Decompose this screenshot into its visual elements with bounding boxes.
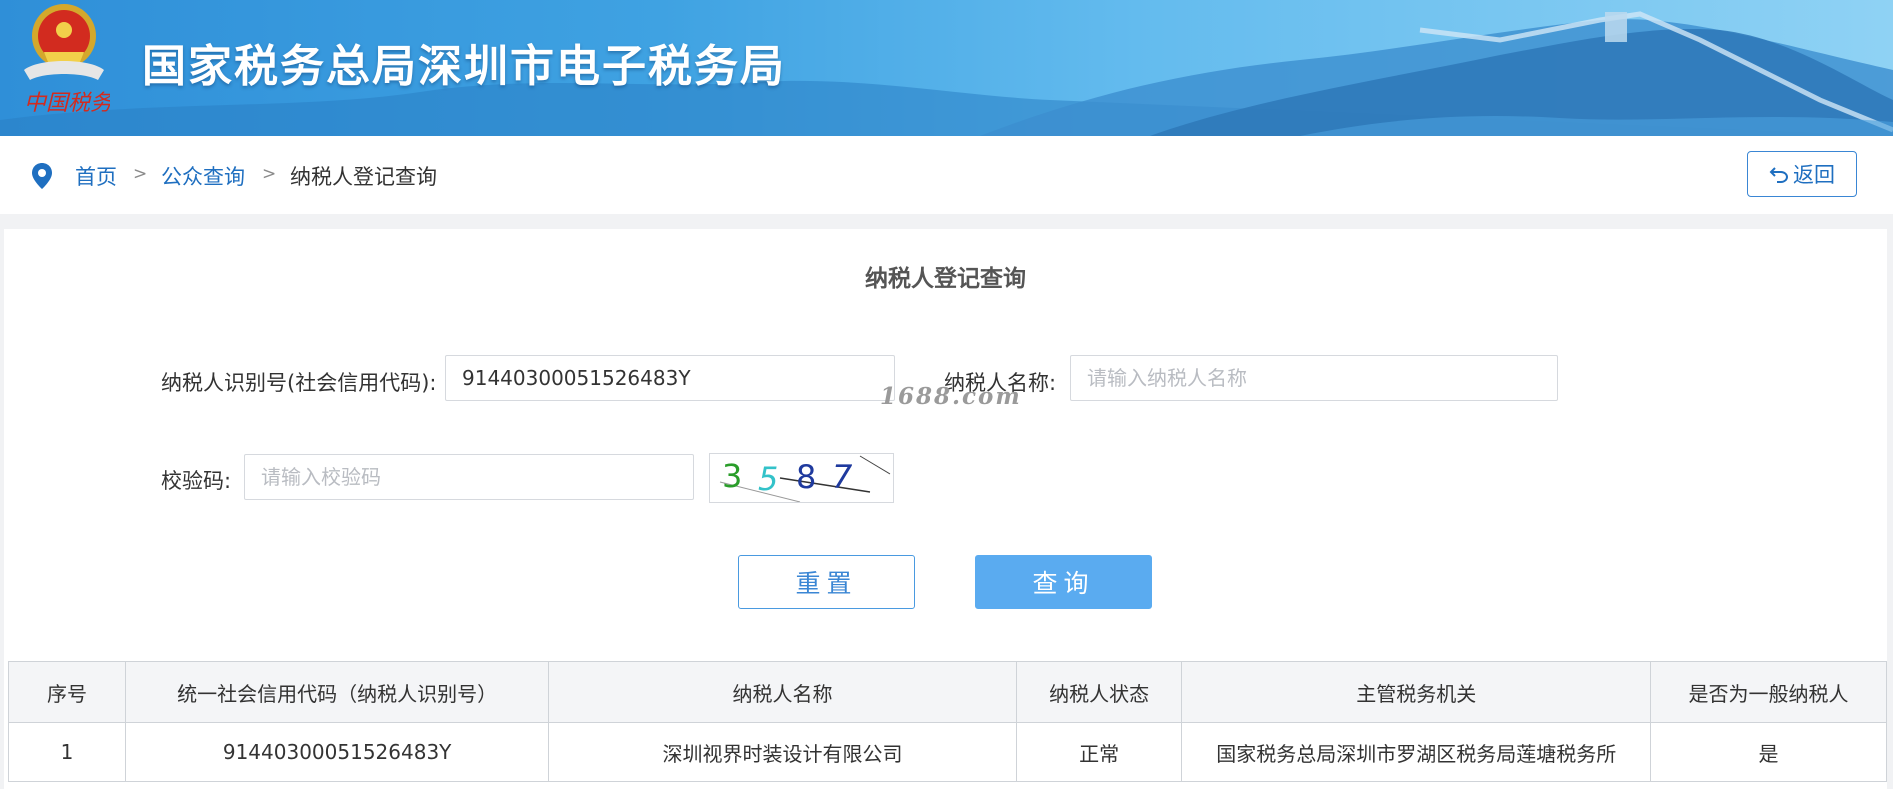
breadcrumb-separator: > (133, 164, 148, 184)
cell-taxpayer-name: 深圳视界时装设计有限公司 (548, 722, 1017, 782)
taxpayer-id-input[interactable]: 91440300051526483Y (445, 355, 895, 401)
breadcrumb-public-query[interactable]: 公众查询 (161, 161, 245, 191)
column-header: 纳税人名称 (548, 661, 1017, 723)
cell-tax-authority: 国家税务总局深圳市罗湖区税务局莲塘税务所 (1181, 722, 1652, 782)
breadcrumb: 首页 > 公众查询 > 纳税人登记查询 返回 (0, 136, 1893, 214)
captcha-input[interactable]: 请输入校验码 (244, 454, 694, 500)
reset-button[interactable]: 重置 (738, 555, 915, 609)
query-panel: 纳税人登记查询 纳税人识别号(社会信用代码): 9144030005152648… (4, 229, 1887, 789)
captcha-digits: 3 5 8 7 (719, 455, 891, 503)
site-title: 国家税务总局深圳市电子税务局 (142, 41, 786, 92)
captcha-digit: 7 (832, 458, 853, 496)
cell-credit-code: 91440300051526483Y (125, 722, 550, 782)
taxpayer-id-label: 纳税人识别号(社会信用代码): (161, 371, 437, 395)
query-button[interactable]: 查询 (975, 555, 1152, 609)
captcha-digit: 5 (758, 460, 778, 498)
emblem-caption: 中国税务 (24, 91, 110, 116)
captcha-digit: 3 (722, 457, 742, 495)
back-button[interactable]: 返回 (1747, 151, 1857, 197)
result-table: 序号 统一社会信用代码（纳税人识别号） 纳税人名称 纳税人状态 主管税务机关 是… (7, 661, 1887, 782)
cell-status: 正常 (1015, 722, 1183, 782)
breadcrumb-current: 纳税人登记查询 (290, 165, 437, 189)
table-row: 1 91440300051526483Y 深圳视界时装设计有限公司 正常 国家税… (7, 722, 1887, 782)
column-header: 序号 (7, 661, 127, 723)
page-title: 纳税人登记查询 (865, 266, 1026, 292)
captcha-image[interactable]: 3 5 8 7 (709, 453, 894, 503)
watermark: 1688.com (880, 383, 1022, 410)
header-banner: 中国税务 国家税务总局深圳市电子税务局 (0, 0, 1893, 136)
cell-general-taxpayer: 是 (1650, 722, 1887, 782)
column-header: 是否为一般纳税人 (1650, 661, 1887, 723)
breadcrumb-home[interactable]: 首页 (75, 161, 117, 191)
back-button-label: 返回 (1793, 163, 1835, 187)
column-header: 统一社会信用代码（纳税人识别号） (125, 661, 550, 723)
tax-emblem-icon: 中国税务 (24, 4, 110, 116)
taxpayer-name-input[interactable]: 请输入纳税人名称 (1070, 355, 1558, 401)
return-arrow-icon (1769, 167, 1789, 183)
breadcrumb-separator: > (262, 164, 277, 184)
cell-index: 1 (7, 722, 127, 782)
column-header: 纳税人状态 (1015, 661, 1183, 723)
location-pin-icon (32, 163, 52, 189)
captcha-label: 校验码: (161, 469, 232, 493)
table-header-row: 序号 统一社会信用代码（纳税人识别号） 纳税人名称 纳税人状态 主管税务机关 是… (7, 661, 1887, 723)
column-header: 主管税务机关 (1181, 661, 1652, 723)
captcha-digit: 8 (796, 458, 816, 496)
